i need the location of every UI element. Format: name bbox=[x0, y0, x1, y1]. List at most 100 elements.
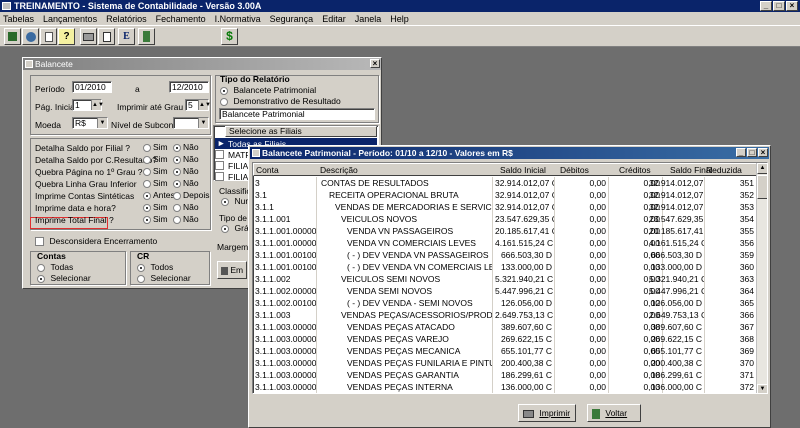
option-radio[interactable] bbox=[143, 179, 151, 188]
report-maximize-button[interactable]: □ bbox=[747, 148, 757, 157]
table-row[interactable]: 3.1.1.003.000003 VENDAS PEÇAS MECANICA 655… bbox=[253, 345, 757, 357]
col-creditos[interactable]: Créditos bbox=[619, 165, 651, 175]
scroll-thumb[interactable] bbox=[757, 175, 767, 199]
option-radio[interactable] bbox=[143, 167, 151, 176]
table-row[interactable]: 3.1.1.002 VEICULOS SEMI NOVOS 5.321.940,21… bbox=[253, 273, 757, 285]
option-1-b[interactable]: Não bbox=[173, 154, 199, 164]
option-radio[interactable] bbox=[143, 215, 151, 224]
table-row[interactable]: 3.1.1.003.000005 VENDAS PEÇAS GARANTIA 186… bbox=[253, 369, 757, 381]
menu-lancamentos[interactable]: Lançamentos bbox=[43, 14, 97, 24]
option-radio[interactable] bbox=[173, 191, 181, 200]
table-row[interactable]: 3.1.1.003.000001 VENDAS PEÇAS ATACADO 389.… bbox=[253, 321, 757, 333]
option-0-b[interactable]: Não bbox=[173, 142, 199, 152]
vertical-scrollbar[interactable]: ▲ ▼ bbox=[756, 163, 767, 393]
table-row[interactable]: 3.1.1.002.000001 VENDA SEMI NOVOS 5.447.99… bbox=[253, 285, 757, 297]
report-grid[interactable]: Conta Descrição Saldo Inicial Débitos Cr… bbox=[252, 162, 768, 394]
grau-spinner-icon[interactable]: ▲▼ bbox=[198, 100, 211, 110]
table-row[interactable]: 3.1.1.002.001001( - ) DEV VENDA - SEMI N… bbox=[253, 297, 757, 309]
grafico-option[interactable]: Grá bbox=[221, 223, 249, 233]
col-descricao[interactable]: Descrição bbox=[320, 165, 358, 175]
report-minimize-button[interactable]: _ bbox=[736, 148, 746, 157]
classific-num-radio[interactable] bbox=[221, 197, 229, 206]
desconsidera-checkbox[interactable] bbox=[35, 237, 44, 247]
nivel-select[interactable]: ▼ bbox=[173, 117, 209, 129]
option-6-b[interactable]: Não bbox=[173, 214, 199, 224]
table-row[interactable]: 3.1 RECEITA OPERACIONAL BRUTA 32.914.012,0… bbox=[253, 189, 757, 201]
chevron-down-icon[interactable]: ▼ bbox=[97, 118, 107, 128]
table-row[interactable]: 3.1.1.001.001002( - ) DEV VENDA VN COMER… bbox=[253, 261, 757, 273]
moeda-select[interactable]: R$ ▼ bbox=[72, 117, 108, 129]
chevron-down-icon[interactable]: ▼ bbox=[198, 118, 208, 128]
table-row[interactable]: 3.1.1.003.000006 VENDAS PEÇAS INTERNA 136.… bbox=[253, 381, 757, 393]
col-debitos[interactable]: Débitos bbox=[560, 165, 589, 175]
tipo-text-input[interactable]: Balancete Patrimonial bbox=[219, 108, 375, 120]
option-2-a[interactable]: Sim bbox=[143, 166, 168, 176]
table-row[interactable]: 3.1.1.001.001001( - ) DEV VENDA VN PASSA… bbox=[253, 249, 757, 261]
menu-fechamento[interactable]: Fechamento bbox=[156, 14, 206, 24]
menu-tabelas[interactable]: Tabelas bbox=[3, 14, 34, 24]
cr-selecionar-radio[interactable] bbox=[137, 274, 145, 283]
option-3-a[interactable]: Sim bbox=[143, 178, 168, 188]
save-icon[interactable] bbox=[4, 28, 21, 45]
filial-checkbox[interactable] bbox=[215, 161, 224, 170]
tipo-patrimonial-option[interactable]: Balancete Patrimonial bbox=[220, 85, 316, 95]
option-radio[interactable] bbox=[143, 191, 151, 200]
option-radio[interactable] bbox=[143, 203, 151, 212]
help-icon[interactable]: ? bbox=[58, 28, 75, 45]
emitir-button[interactable]: Em bbox=[217, 261, 247, 279]
option-6-a[interactable]: Sim bbox=[143, 214, 168, 224]
option-radio[interactable] bbox=[173, 179, 181, 188]
table-row[interactable]: 3.1.1.003VENDAS PEÇAS/ACESSORIOS/PRODUTO… bbox=[253, 309, 757, 321]
scroll-down-icon[interactable]: ▼ bbox=[757, 384, 767, 393]
imprimir-button[interactable]: Imprimir bbox=[518, 404, 576, 422]
menu-help[interactable]: Help bbox=[390, 14, 409, 24]
grau-input[interactable]: 5 ▲▼ bbox=[185, 99, 211, 111]
option-5-b[interactable]: Não bbox=[173, 202, 199, 212]
tipo-patrimonial-radio[interactable] bbox=[220, 86, 228, 95]
tipo-resultado-option[interactable]: Demonstrativo de Resultado bbox=[220, 96, 341, 106]
option-radio[interactable] bbox=[173, 155, 181, 164]
table-row[interactable]: 3.1.1.001 VEICULOS NOVOS 23.547.629,35 C 0,… bbox=[253, 213, 757, 225]
editor-icon[interactable]: E bbox=[118, 28, 135, 45]
report-close-button[interactable]: × bbox=[758, 148, 768, 157]
option-4-a[interactable]: Antes bbox=[143, 190, 175, 200]
contas-selecionar-option[interactable]: Selecionar bbox=[37, 273, 91, 283]
minimize-button[interactable]: _ bbox=[760, 1, 772, 11]
col-saldo-inicial[interactable]: Saldo Inicial bbox=[500, 165, 546, 175]
contas-todas-option[interactable]: Todas bbox=[37, 262, 73, 272]
close-button[interactable]: × bbox=[786, 1, 798, 11]
menu-janela[interactable]: Janela bbox=[355, 14, 382, 24]
option-radio[interactable] bbox=[173, 167, 181, 176]
menu-seguranca[interactable]: Segurança bbox=[270, 14, 314, 24]
pag-inicial-input[interactable]: 1 ▲▼ bbox=[72, 99, 104, 111]
maximize-button[interactable]: □ bbox=[773, 1, 785, 11]
document-icon[interactable] bbox=[40, 28, 57, 45]
voltar-button[interactable]: Voltar bbox=[587, 404, 641, 422]
grafico-radio[interactable] bbox=[221, 224, 229, 233]
exit-icon[interactable] bbox=[138, 28, 155, 45]
globe-icon[interactable] bbox=[22, 28, 39, 45]
col-conta[interactable]: Conta bbox=[256, 165, 279, 175]
scroll-up-icon[interactable]: ▲ bbox=[757, 163, 767, 174]
table-row[interactable]: 3.1.1 VENDAS DE MERCADORIAS E SERVICOS 32.… bbox=[253, 201, 757, 213]
option-3-b[interactable]: Não bbox=[173, 178, 199, 188]
menu-inormativa[interactable]: I.Normativa bbox=[215, 14, 261, 24]
cr-todos-radio[interactable] bbox=[137, 263, 145, 272]
option-radio[interactable] bbox=[143, 143, 151, 152]
option-4-b[interactable]: Depois bbox=[173, 190, 209, 200]
table-row[interactable]: 3.1.1.003.000004 VENDAS PEÇAS FUNILARIA E… bbox=[253, 357, 757, 369]
option-1-a[interactable]: Sim bbox=[143, 154, 168, 164]
contas-todas-radio[interactable] bbox=[37, 263, 45, 272]
menu-relatorios[interactable]: Relatórios bbox=[106, 14, 147, 24]
dollar-icon[interactable]: $ bbox=[221, 28, 238, 45]
menu-editar[interactable]: Editar bbox=[322, 14, 346, 24]
option-2-b[interactable]: Não bbox=[173, 166, 199, 176]
periodo-to-input[interactable]: 12/2010 bbox=[169, 81, 209, 93]
print-preview-icon[interactable] bbox=[98, 28, 115, 45]
contas-selecionar-radio[interactable] bbox=[37, 274, 45, 283]
option-radio[interactable] bbox=[173, 215, 181, 224]
col-reduzida[interactable]: Reduzida bbox=[706, 165, 742, 175]
periodo-from-input[interactable]: 01/2010 bbox=[72, 81, 112, 93]
table-row[interactable]: 3.1.1.003.000002 VENDAS PEÇAS VAREJO 269.6… bbox=[253, 333, 757, 345]
option-5-a[interactable]: Sim bbox=[143, 202, 168, 212]
